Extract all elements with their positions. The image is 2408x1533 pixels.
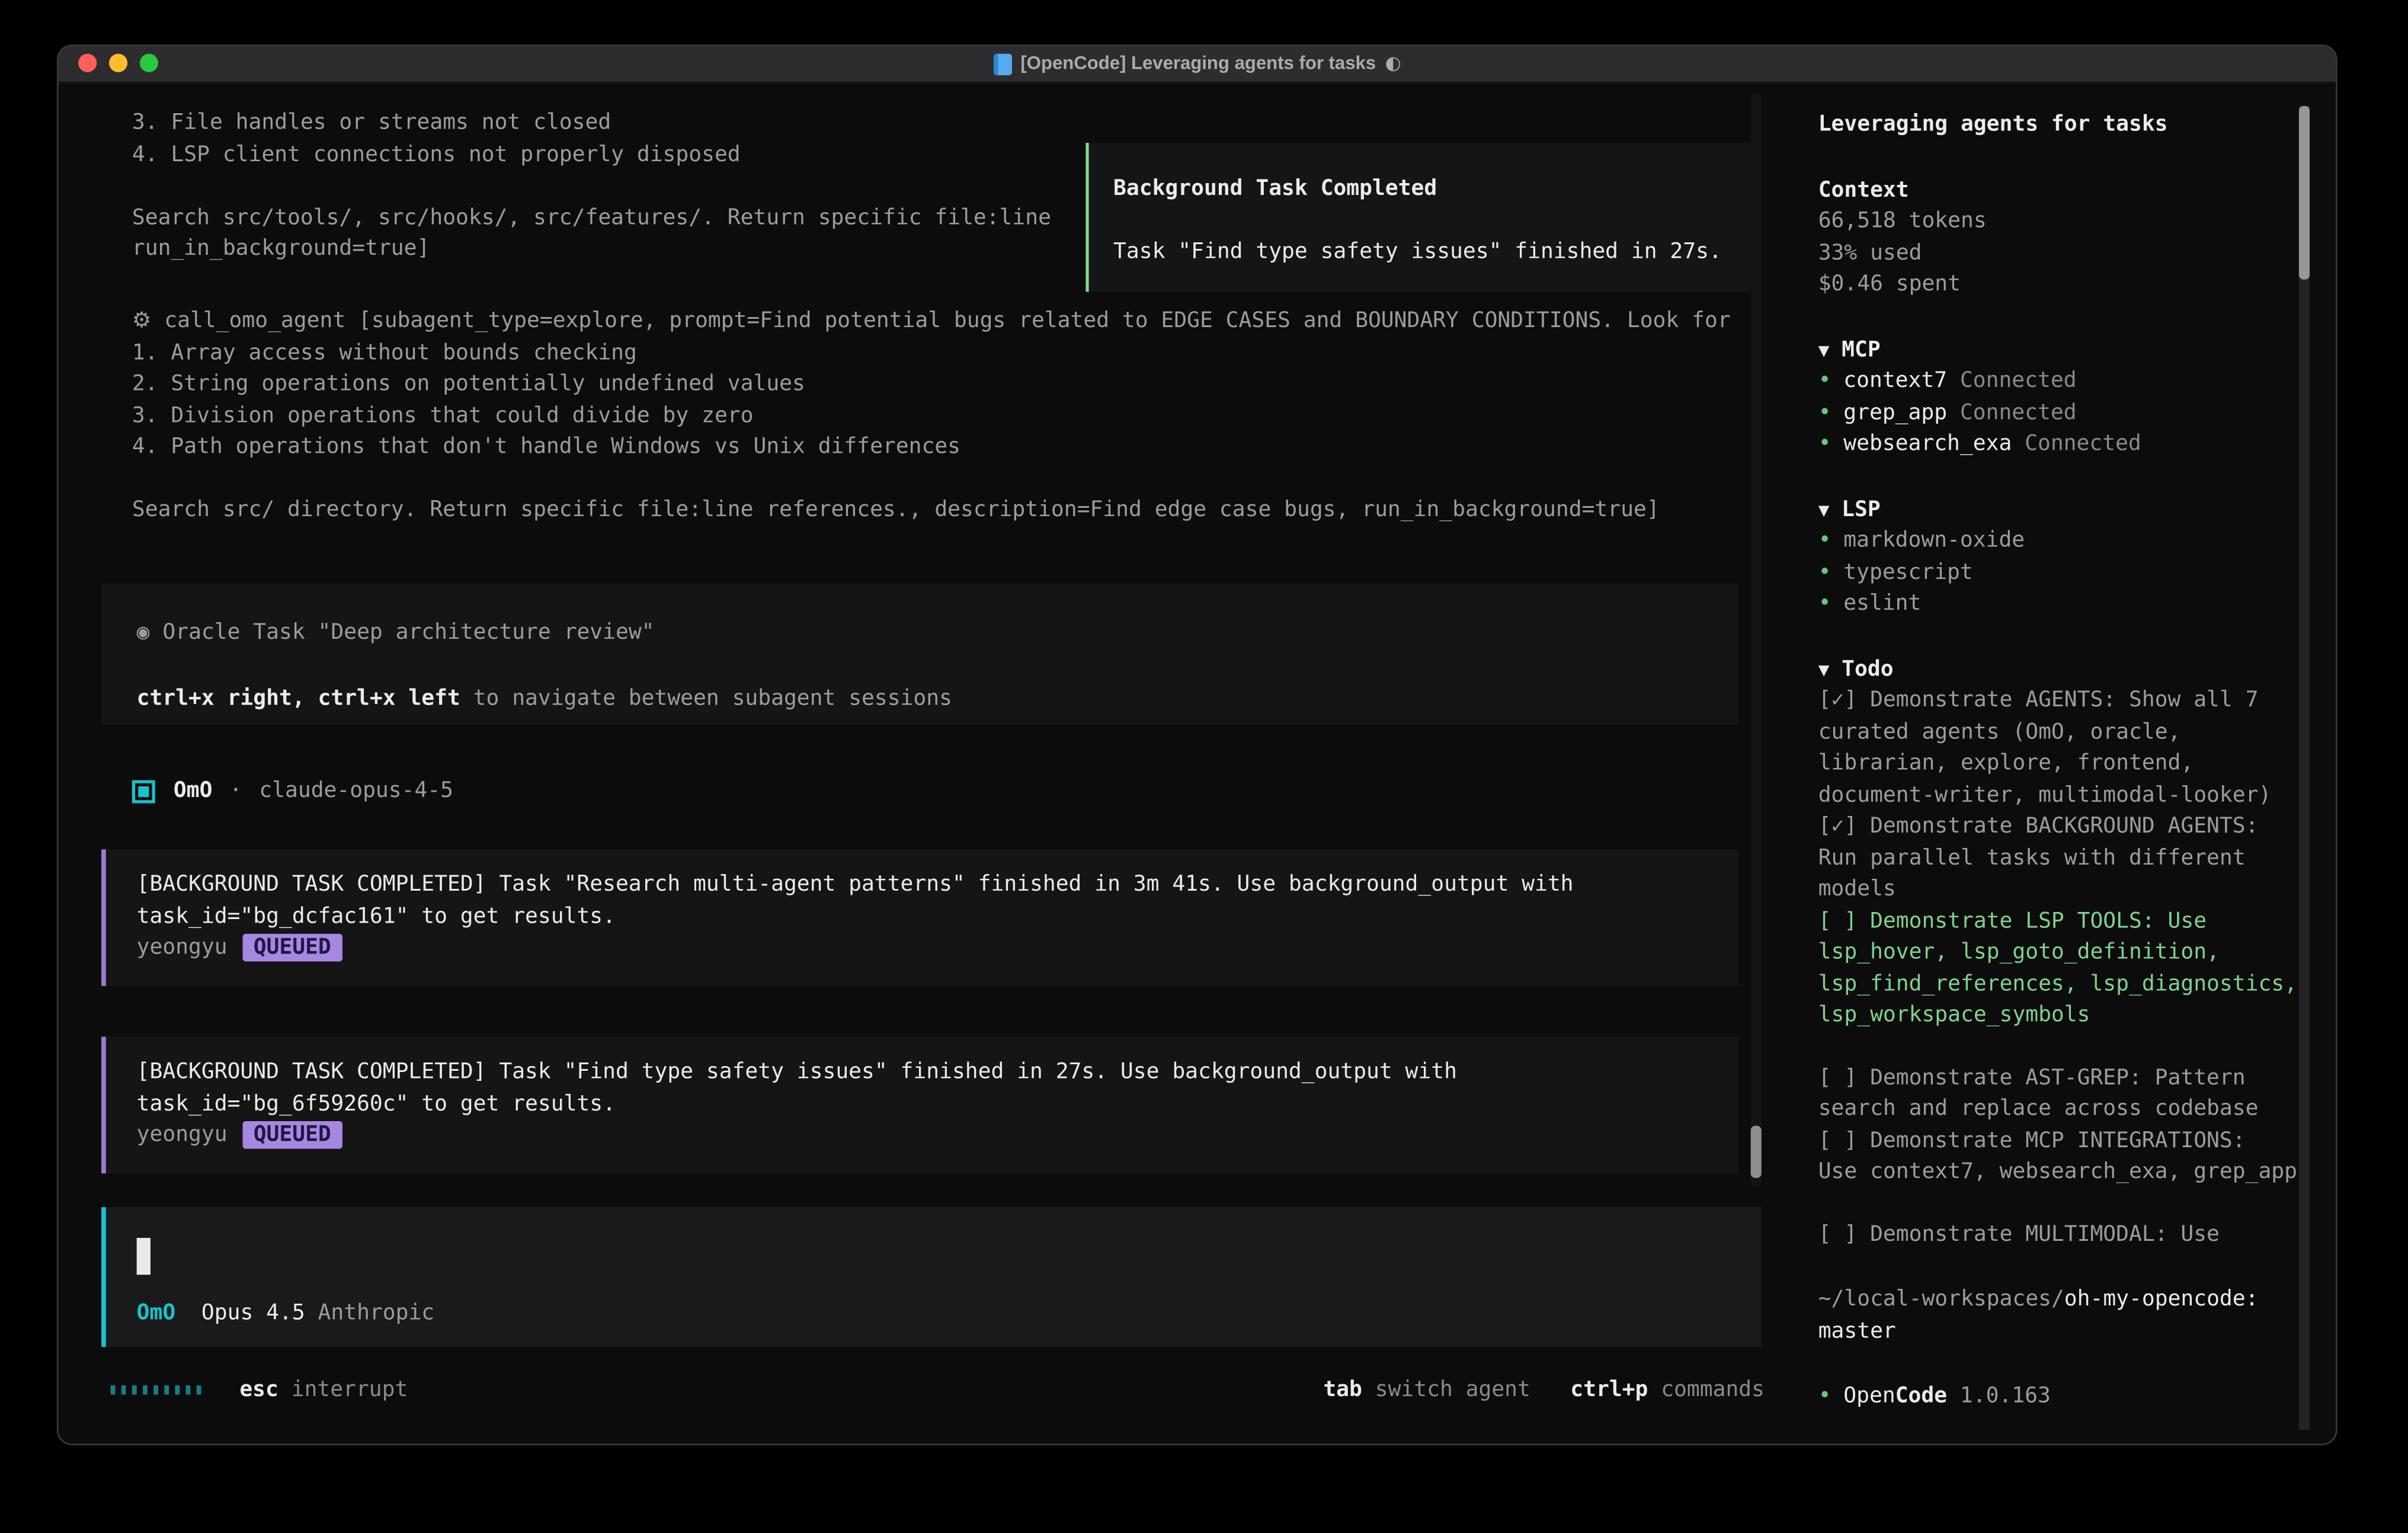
tool-call-closing: Search src/ directory. Return specific f… (132, 495, 1731, 526)
green-dot-icon: • (1818, 591, 1831, 616)
green-dot-icon: • (1818, 529, 1831, 553)
tool-call-block: ⚙ call_omo_agent [subagent_type=explore,… (132, 306, 1731, 526)
agent-square-icon (132, 780, 155, 803)
workspace-path: ~/local-workspaces/oh-my-opencode:master (1818, 1284, 2298, 1347)
active-model-label: Opus 4.5 (175, 1300, 318, 1324)
task-message-line: task_id="bg_dcfac161" to get results. (137, 901, 1738, 932)
document-icon (993, 53, 1011, 74)
green-dot-icon: • (1818, 431, 1831, 456)
context-tokens: 66,518 tokens (1818, 206, 2298, 237)
todo-item-done: [✓] Demonstrate AGENTS: Show all 7 curat… (1818, 685, 2298, 811)
commands-hint: ctrl+p commands (1570, 1375, 1765, 1406)
todo-item-done: [✓] Demonstrate BACKGROUND AGENTS: Run p… (1818, 811, 2298, 905)
model-indicator-row[interactable]: OmO Opus 4.5 Anthropic (137, 1297, 434, 1329)
session-title: Leveraging agents for tasks (1818, 109, 2298, 140)
todo-item-active: [ ] Demonstrate LSP TOOLS: Use lsp_hover… (1818, 905, 2298, 1032)
task-author: yeongyu (137, 1119, 228, 1151)
context-heading: Context (1818, 174, 2298, 206)
agent-session-header[interactable]: OmO · claude-opus-4-5 (132, 776, 453, 807)
prompt-input[interactable]: OmO Opus 4.5 Anthropic (101, 1207, 1762, 1347)
todo-item-pending: [ ] Demonstrate MULTIMODAL: Use (1818, 1219, 2298, 1250)
lsp-section-header[interactable]: ▼LSP (1818, 494, 2298, 525)
task-message-block: [BACKGROUND TASK COMPLETED] Task "Resear… (101, 849, 1738, 985)
main-scrollbar-track[interactable] (1751, 94, 1762, 1187)
queued-badge: QUEUED (243, 1122, 342, 1150)
green-dot-icon: • (1818, 560, 1831, 584)
notification-title: Background Task Completed (1113, 174, 1752, 205)
spinner-dots-icon (111, 1385, 201, 1395)
queued-badge: QUEUED (243, 934, 342, 962)
gear-icon: ⚙ (132, 309, 152, 333)
triangle-down-icon: ▼ (1818, 334, 1830, 366)
switch-agent-hint: tab switch agent (1323, 1375, 1530, 1406)
window-title: [OpenCode] Leveraging agents for tasks ◐ (58, 46, 2336, 82)
model-provider-label: Anthropic (318, 1300, 435, 1324)
separator-dot: · (229, 776, 242, 807)
scrollback-line: 4. LSP client connections not properly d… (132, 139, 1051, 171)
oracle-task-box: ◉ Oracle Task "Deep architecture review"… (101, 584, 1738, 725)
context-spent: $0.46 spent (1818, 269, 2298, 300)
scrollback-line: run_in_background=true] (132, 233, 1051, 265)
window-content: 3. File handles or streams not closed 4.… (58, 81, 2336, 1444)
todo-item-pending: [ ] Demonstrate MCP INTEGRATIONS: Use co… (1818, 1125, 2298, 1188)
notification-body: Task "Find type safety issues" finished … (1113, 236, 1752, 267)
lsp-item: •typescript (1818, 557, 2298, 588)
window-titlebar[interactable]: [OpenCode] Leveraging agents for tasks ◐ (58, 46, 2336, 83)
triangle-down-icon: ▼ (1818, 494, 1830, 525)
triangle-down-icon: ▼ (1818, 654, 1830, 685)
lsp-item: •eslint (1818, 588, 2298, 620)
sidebar: Leveraging agents for tasks Context 66,5… (1818, 109, 2298, 1412)
task-message-line: [BACKGROUND TASK COMPLETED] Task "Find t… (137, 1057, 1738, 1088)
scrollback-line: Search src/tools/, src/hooks/, src/featu… (132, 202, 1051, 233)
git-branch: master (1818, 1318, 1896, 1343)
mcp-item: •grep_app Connected (1818, 397, 2298, 428)
main-scrollbar-thumb[interactable] (1751, 1126, 1762, 1178)
mcp-section-header[interactable]: ▼MCP (1818, 334, 2298, 366)
sidebar-scrollbar-track[interactable] (2299, 106, 2310, 1430)
background-task-notification: Background Task Completed Task "Find typ… (1085, 143, 1755, 292)
scrollback-line: 3. File handles or streams not closed (132, 107, 1051, 139)
todo-section-header[interactable]: ▼Todo (1818, 654, 2298, 685)
mcp-item: •context7 Connected (1818, 366, 2298, 397)
lsp-item: •markdown-oxide (1818, 525, 2298, 556)
tool-call-item: 4. Path operations that don't handle Win… (132, 431, 1731, 463)
shortcut-keys: ctrl+x right, ctrl+x left (137, 686, 460, 710)
tool-call-item: 2. String operations on potentially unde… (132, 369, 1731, 400)
agent-model: claude-opus-4-5 (259, 776, 453, 807)
app-window: [OpenCode] Leveraging agents for tasks ◐… (57, 44, 2337, 1445)
active-agent-label: OmO (137, 1300, 176, 1324)
agent-name: OmO (174, 776, 213, 807)
fisheye-icon: ◉ (137, 620, 150, 645)
todo-item-pending: [ ] Demonstrate AST-GREP: Pattern search… (1818, 1062, 2298, 1125)
green-dot-icon: • (1818, 369, 1831, 393)
interrupt-hint: esc interrupt (239, 1375, 408, 1406)
window-title-text: [OpenCode] Leveraging agents for tasks (1020, 46, 1376, 82)
text-cursor (137, 1238, 150, 1275)
terminal-scrollback: 3. File handles or streams not closed 4.… (132, 107, 1051, 265)
task-message-block: [BACKGROUND TASK COMPLETED] Task "Find t… (101, 1036, 1738, 1172)
oracle-task-hint: ctrl+x right, ctrl+x left to navigate be… (137, 683, 1738, 714)
sidebar-scrollbar-thumb[interactable] (2299, 106, 2310, 280)
task-message-line: task_id="bg_6f59260c" to get results. (137, 1088, 1738, 1119)
tool-call-item: 1. Array access without bounds checking (132, 337, 1731, 369)
task-message-line: [BACKGROUND TASK COMPLETED] Task "Resear… (137, 869, 1738, 901)
tool-call-item: 3. Division operations that could divide… (132, 400, 1731, 431)
tool-call-command-line: ⚙ call_omo_agent [subagent_type=explore,… (132, 306, 1731, 337)
context-used: 33% used (1818, 237, 2298, 268)
oracle-task-title: ◉ Oracle Task "Deep architecture review" (137, 617, 1738, 649)
half-circle-icon: ◐ (1385, 46, 1401, 82)
screen: [OpenCode] Leveraging agents for tasks ◐… (0, 0, 2408, 1533)
mcp-item: •websearch_exa Connected (1818, 428, 2298, 460)
scrollback-line (132, 171, 1051, 202)
app-version: •OpenCode 1.0.163 (1818, 1381, 2298, 1412)
status-bar: esc interrupt tab switch agent ctrl+p co… (111, 1375, 1765, 1406)
green-dot-icon: • (1818, 1384, 1831, 1408)
task-author: yeongyu (137, 932, 228, 964)
green-dot-icon: • (1818, 400, 1831, 424)
tool-call-command: call_omo_agent [subagent_type=explore, p… (164, 309, 1730, 333)
